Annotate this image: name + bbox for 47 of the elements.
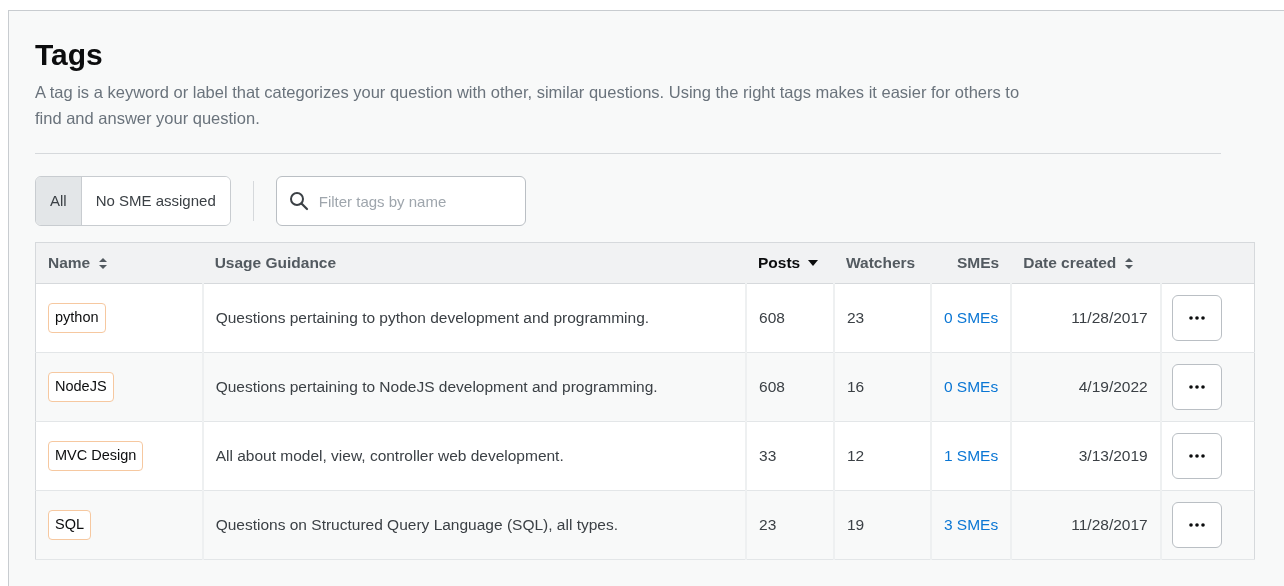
guidance-text: Questions pertaining to python development and programming.: [202, 283, 747, 353]
column-header[interactable]: Watchers: [834, 242, 931, 284]
smes-link[interactable]: 0 SMEs: [943, 309, 999, 327]
column-header[interactable]: Posts: [746, 242, 834, 284]
ellipsis-icon: [1188, 385, 1205, 389]
column-header[interactable]: Usage Guidance: [202, 242, 747, 284]
guidance-text: Questions pertaining to NodeJS development and programming.: [202, 352, 747, 422]
date-created: 3/13/2019: [1011, 421, 1161, 491]
sort-icon: [98, 256, 109, 270]
date-created: 4/19/2022: [1011, 352, 1161, 422]
ellipsis-icon: [1188, 523, 1205, 527]
more-button[interactable]: [1171, 433, 1222, 479]
page-description: A tag is a keyword or label that categorizes your question with other, similar questions. Using the right tags makes it easier for others to find and answer your question.: [35, 82, 1020, 129]
posts-count: 33: [746, 421, 834, 491]
ellipsis-icon: [1188, 316, 1205, 320]
column-header[interactable]: SMEs: [930, 242, 1012, 284]
caret-icon: [808, 260, 819, 266]
column-header[interactable]: Name: [35, 242, 203, 284]
posts-count: 608: [746, 283, 834, 353]
filter-tab[interactable]: No SME assigned: [81, 177, 230, 225]
guidance-text: All about model, view, controller web development.: [202, 421, 747, 491]
filter-tab[interactable]: All: [36, 177, 82, 225]
guidance-text: Questions on Structured Query Language (SQL), all types.: [202, 490, 747, 560]
watchers-count: 19: [834, 490, 931, 560]
date-created: 11/28/2017: [1011, 283, 1161, 353]
watchers-count: 12: [834, 421, 931, 491]
more-button[interactable]: [1171, 364, 1222, 410]
more-button[interactable]: [1171, 502, 1222, 548]
date-created: 11/28/2017: [1011, 490, 1161, 560]
search-field[interactable]: Filter tags by name: [275, 176, 526, 226]
tag-chip[interactable]: SQL: [48, 510, 91, 540]
watchers-count: 23: [834, 283, 931, 353]
watchers-count: 16: [834, 352, 931, 422]
sort-icon: [1124, 256, 1135, 270]
posts-count: 608: [746, 352, 834, 422]
tag-chip[interactable]: NodeJS: [48, 372, 114, 402]
more-button[interactable]: [1171, 295, 1222, 341]
smes-link[interactable]: 1 SMEs: [943, 447, 999, 465]
posts-count: 23: [746, 490, 834, 560]
smes-link[interactable]: 3 SMEs: [943, 516, 999, 534]
smes-link[interactable]: 0 SMEs: [943, 378, 999, 396]
tag-chip[interactable]: python: [48, 303, 106, 333]
tag-chip[interactable]: MVC Design: [48, 441, 144, 471]
column-header[interactable]: Date created: [1011, 242, 1161, 284]
search-icon: [288, 191, 309, 211]
page-title: Tags: [35, 37, 104, 73]
ellipsis-icon: [1188, 454, 1205, 458]
